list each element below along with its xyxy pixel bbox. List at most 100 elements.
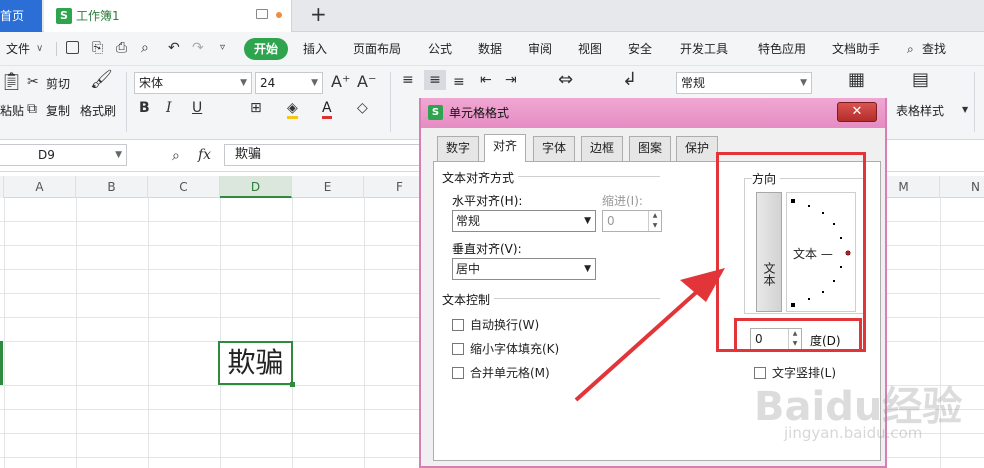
spinner-arrows-icon[interactable]: ▲ ▼: [648, 211, 661, 231]
border-icon[interactable]: ⊞: [250, 100, 262, 116]
menu-page-layout[interactable]: 页面布局: [353, 32, 401, 66]
cut-button[interactable]: 剪切: [46, 75, 70, 92]
number-format-select[interactable]: 常规 ▼: [676, 72, 812, 94]
dialog-title-bar[interactable]: S 单元格格式 ✕: [421, 98, 885, 128]
tab-alignment[interactable]: 对齐: [484, 134, 527, 162]
unsaved-dot-icon: [276, 12, 282, 18]
print-icon[interactable]: ⎙: [116, 40, 127, 56]
outdent-icon[interactable]: ⇤: [480, 72, 492, 88]
redo-icon[interactable]: ↷: [192, 40, 204, 56]
merge-center-icon[interactable]: ⇔: [558, 71, 573, 89]
col-line: [364, 198, 365, 468]
column-header[interactable]: E: [292, 176, 364, 198]
export-icon[interactable]: ⎘: [92, 40, 103, 56]
menu-special[interactable]: 特色应用: [758, 32, 806, 66]
add-tab-button[interactable]: +: [310, 2, 327, 26]
tab-font[interactable]: 字体: [533, 136, 576, 161]
menu-data[interactable]: 数据: [478, 32, 502, 66]
divider: [390, 72, 391, 132]
scissors-icon[interactable]: ✂: [27, 74, 39, 90]
horizontal-align-value: 常规: [456, 214, 481, 228]
alignment-section-title: 文本对齐方式: [442, 169, 519, 186]
horizontal-align-select[interactable]: 常规 ▼: [452, 210, 596, 232]
menu-insert[interactable]: 插入: [303, 32, 327, 66]
indent-label: 缩进(I):: [602, 192, 647, 209]
tab-protection[interactable]: 保护: [676, 136, 719, 161]
paste-label[interactable]: 粘贴: [0, 102, 24, 119]
table-style-button[interactable]: 表格样式: [896, 102, 944, 119]
menu-bar: 文件 ∨ ⎘ ⎙ ⌕ ↶ ↷ ▿ 开始 插入 页面布局 公式 数据 审阅 视图 …: [0, 32, 984, 66]
merge-cells-label: 合并单元格(M): [470, 366, 550, 380]
tab-home[interactable]: 首页: [0, 0, 42, 32]
italic-icon[interactable]: I: [166, 100, 172, 116]
menu-start[interactable]: 开始: [244, 38, 289, 60]
underline-icon[interactable]: U: [192, 100, 202, 116]
column-header[interactable]: C: [148, 176, 220, 198]
active-cell-d9[interactable]: 欺骗: [218, 341, 295, 387]
indent-icon[interactable]: ⇥: [505, 72, 517, 88]
font-shrink-icon[interactable]: A⁻: [357, 74, 376, 90]
format-painter-button[interactable]: 格式刷: [80, 102, 116, 119]
checkbox-box[interactable]: [452, 367, 464, 379]
annotation-arrow: [574, 268, 725, 402]
font-grow-icon[interactable]: A⁺: [331, 74, 350, 90]
bold-icon[interactable]: B: [139, 100, 150, 116]
row-selected-marker: [0, 341, 3, 385]
copy-icon[interactable]: ⧉: [27, 101, 37, 117]
tab-number[interactable]: 数字: [437, 136, 480, 161]
column-header-selected[interactable]: D: [220, 176, 292, 198]
chevron-down-icon[interactable]: ∨: [36, 32, 43, 66]
shrink-to-fit-checkbox[interactable]: 缩小字体填充(K): [452, 342, 559, 356]
menu-doc-assistant[interactable]: 文档助手: [832, 32, 880, 66]
print-preview-icon[interactable]: ⌕: [141, 40, 149, 56]
formula-input[interactable]: 欺骗: [224, 144, 419, 166]
checkbox-box[interactable]: [452, 319, 464, 331]
paste-icon[interactable]: 📋︎: [0, 73, 23, 91]
clear-format-icon[interactable]: ◇: [357, 100, 368, 116]
name-box[interactable]: D9 ▼: [0, 144, 127, 166]
text-control-section-title: 文本控制: [442, 291, 495, 308]
menu-security[interactable]: 安全: [628, 32, 652, 66]
tab-workbook[interactable]: S 工作簿1: [44, 0, 292, 32]
close-button[interactable]: ✕: [837, 102, 877, 122]
fx-icon[interactable]: fx: [198, 147, 211, 163]
copy-button[interactable]: 复制: [46, 102, 70, 119]
zoom-formula-icon[interactable]: ⌕: [172, 148, 180, 164]
align-middle-icon[interactable]: ≡: [424, 70, 446, 90]
undo-icon[interactable]: ↶: [168, 40, 180, 56]
save-icon[interactable]: [66, 41, 79, 54]
wrap-text-label: 自动换行(W): [470, 318, 540, 332]
menu-search[interactable]: 查找: [922, 32, 946, 66]
table-style-icon[interactable]: ▤: [912, 71, 929, 89]
tab-border[interactable]: 边框: [581, 136, 624, 161]
tab-pattern[interactable]: 图案: [629, 136, 672, 161]
menu-developer[interactable]: 开发工具: [680, 32, 728, 66]
more-icon[interactable]: ▿: [220, 40, 225, 56]
menu-file[interactable]: 文件: [6, 32, 30, 66]
conditional-format-icon[interactable]: ▦: [848, 71, 865, 89]
menu-view[interactable]: 视图: [578, 32, 602, 66]
wrap-text-icon[interactable]: ↲: [622, 71, 637, 89]
checkbox-box[interactable]: [452, 343, 464, 355]
monitor-icon[interactable]: [256, 9, 268, 19]
search-icon[interactable]: ⌕: [907, 32, 914, 66]
align-bottom-icon[interactable]: ≡: [453, 74, 465, 90]
font-size-select[interactable]: 24 ▼: [255, 72, 323, 94]
menu-review[interactable]: 审阅: [528, 32, 552, 66]
baidu-watermark-url: jingyan.baidu.com: [784, 424, 923, 442]
font-color-icon[interactable]: A: [322, 100, 332, 119]
column-header[interactable]: B: [76, 176, 148, 198]
format-painter-icon[interactable]: 🖌︎: [90, 71, 113, 89]
indent-spinner[interactable]: 0 ▲ ▼: [602, 210, 662, 232]
menu-formula[interactable]: 公式: [428, 32, 452, 66]
font-name-select[interactable]: 宋体 ▼: [134, 72, 252, 94]
col-line: [4, 198, 5, 468]
column-header[interactable]: A: [4, 176, 76, 198]
merge-cells-checkbox[interactable]: 合并单元格(M): [452, 366, 550, 380]
wrap-text-checkbox[interactable]: 自动换行(W): [452, 318, 539, 332]
align-top-icon[interactable]: ≡: [402, 72, 414, 88]
fill-color-icon[interactable]: ◈: [287, 100, 298, 119]
column-header[interactable]: N: [940, 176, 984, 198]
divider: [56, 42, 57, 56]
col-line: [220, 198, 221, 468]
